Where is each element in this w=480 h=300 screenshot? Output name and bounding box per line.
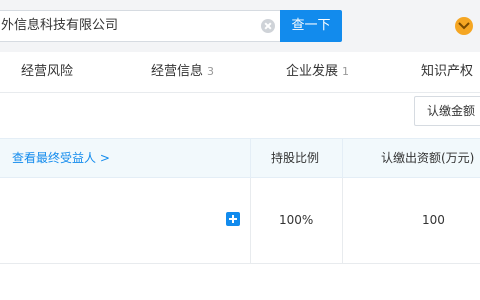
- sort-subscribed-amount-button[interactable]: 认缴金额: [414, 96, 480, 126]
- tab-count: 1: [342, 65, 350, 78]
- view-beneficiary-link[interactable]: 查看最终受益人 >: [12, 139, 110, 177]
- search-button[interactable]: 查一下: [280, 10, 342, 42]
- tab-label: 企业发展: [286, 64, 339, 79]
- tab-business-info[interactable]: 经营信息 3: [151, 52, 214, 92]
- header-subscribed-amount: 认缴出资额(万元): [381, 151, 475, 165]
- tab-development[interactable]: 企业发展 1: [286, 52, 349, 92]
- search-input[interactable]: 外信息科技有限公司: [0, 10, 280, 42]
- tab-bar: 经营风险 经营信息 3 企业发展 1 知识产权: [0, 52, 480, 93]
- search-header: 外信息科技有限公司 查一下: [0, 0, 480, 52]
- tab-label: 经营风险: [21, 64, 74, 79]
- tab-label: 知识产权: [421, 64, 474, 79]
- cell-shareholding-ratio: 100%: [279, 213, 314, 227]
- table-row: 100% 100: [0, 178, 480, 264]
- plus-icon[interactable]: [226, 212, 240, 226]
- header-shareholding-ratio: 持股比例: [271, 151, 320, 165]
- column-divider: [250, 139, 251, 177]
- tab-business-risk[interactable]: 经营风险: [21, 52, 73, 92]
- table-header: 查看最终受益人 > 持股比例 认缴出资额(万元): [0, 138, 480, 178]
- chevron-down-icon[interactable]: [455, 17, 473, 35]
- tab-label: 经营信息: [151, 64, 204, 79]
- tab-count: 3: [207, 65, 215, 78]
- column-divider: [342, 139, 343, 177]
- column-divider: [342, 178, 343, 263]
- column-divider: [250, 178, 251, 263]
- tab-intellectual-property[interactable]: 知识产权: [421, 52, 473, 92]
- clear-icon[interactable]: [261, 19, 275, 33]
- cell-subscribed-amount: 100: [422, 213, 445, 227]
